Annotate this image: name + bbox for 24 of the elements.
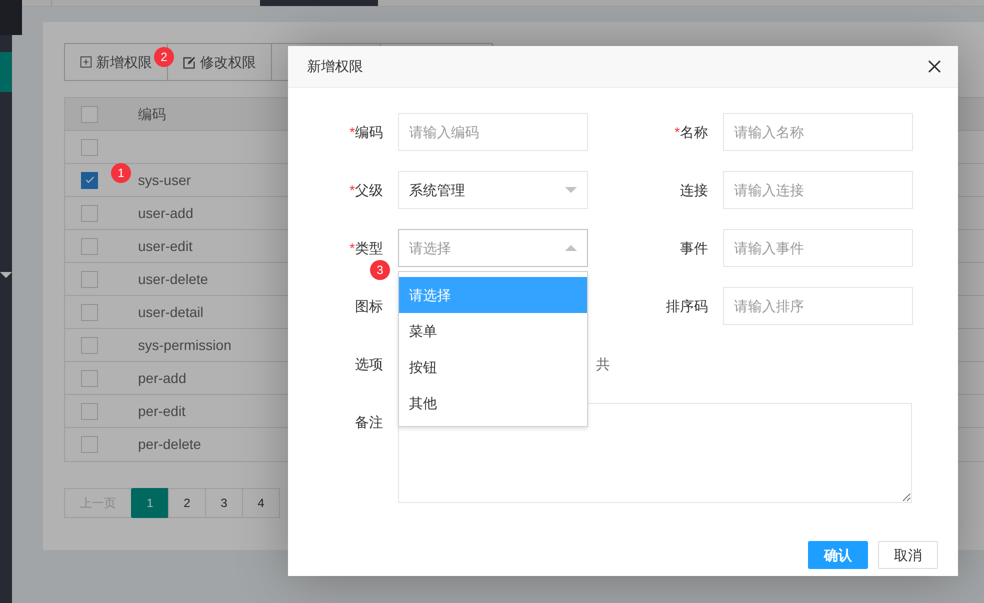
marker-badge: 1 [111,162,131,182]
field-label: *类型 [350,240,383,256]
field-label: *编码 [350,124,383,140]
field-label: 图标 [355,298,383,314]
option-text: 共 [596,354,610,374]
field-label: 排序码 [666,298,708,314]
table-cell-text: sys-user [138,170,191,190]
table-cell-text: per-delete [138,435,202,454]
field-label: *父级 [350,182,383,198]
table-cell-text: per-edit [138,402,186,421]
table-cell-text: user-delete [138,270,208,288]
dialog-title: 新增权限 [307,57,363,76]
field-label: 事件 [680,240,708,256]
marker-badge: 3 [370,260,390,280]
table-cell-text: sys-permission [138,336,232,355]
table-cell-text: per-add [138,368,186,388]
field-label: 连接 [680,182,708,198]
column-header: 编码 [138,104,166,124]
table-cell-text: user-edit [138,236,192,256]
table-cell-text: user-detail [138,302,204,322]
field-label: 备注 [355,414,383,430]
table-cell-text: user-add [138,204,194,222]
field-label: 选项 [355,356,383,372]
field-label: *名称 [674,124,708,140]
